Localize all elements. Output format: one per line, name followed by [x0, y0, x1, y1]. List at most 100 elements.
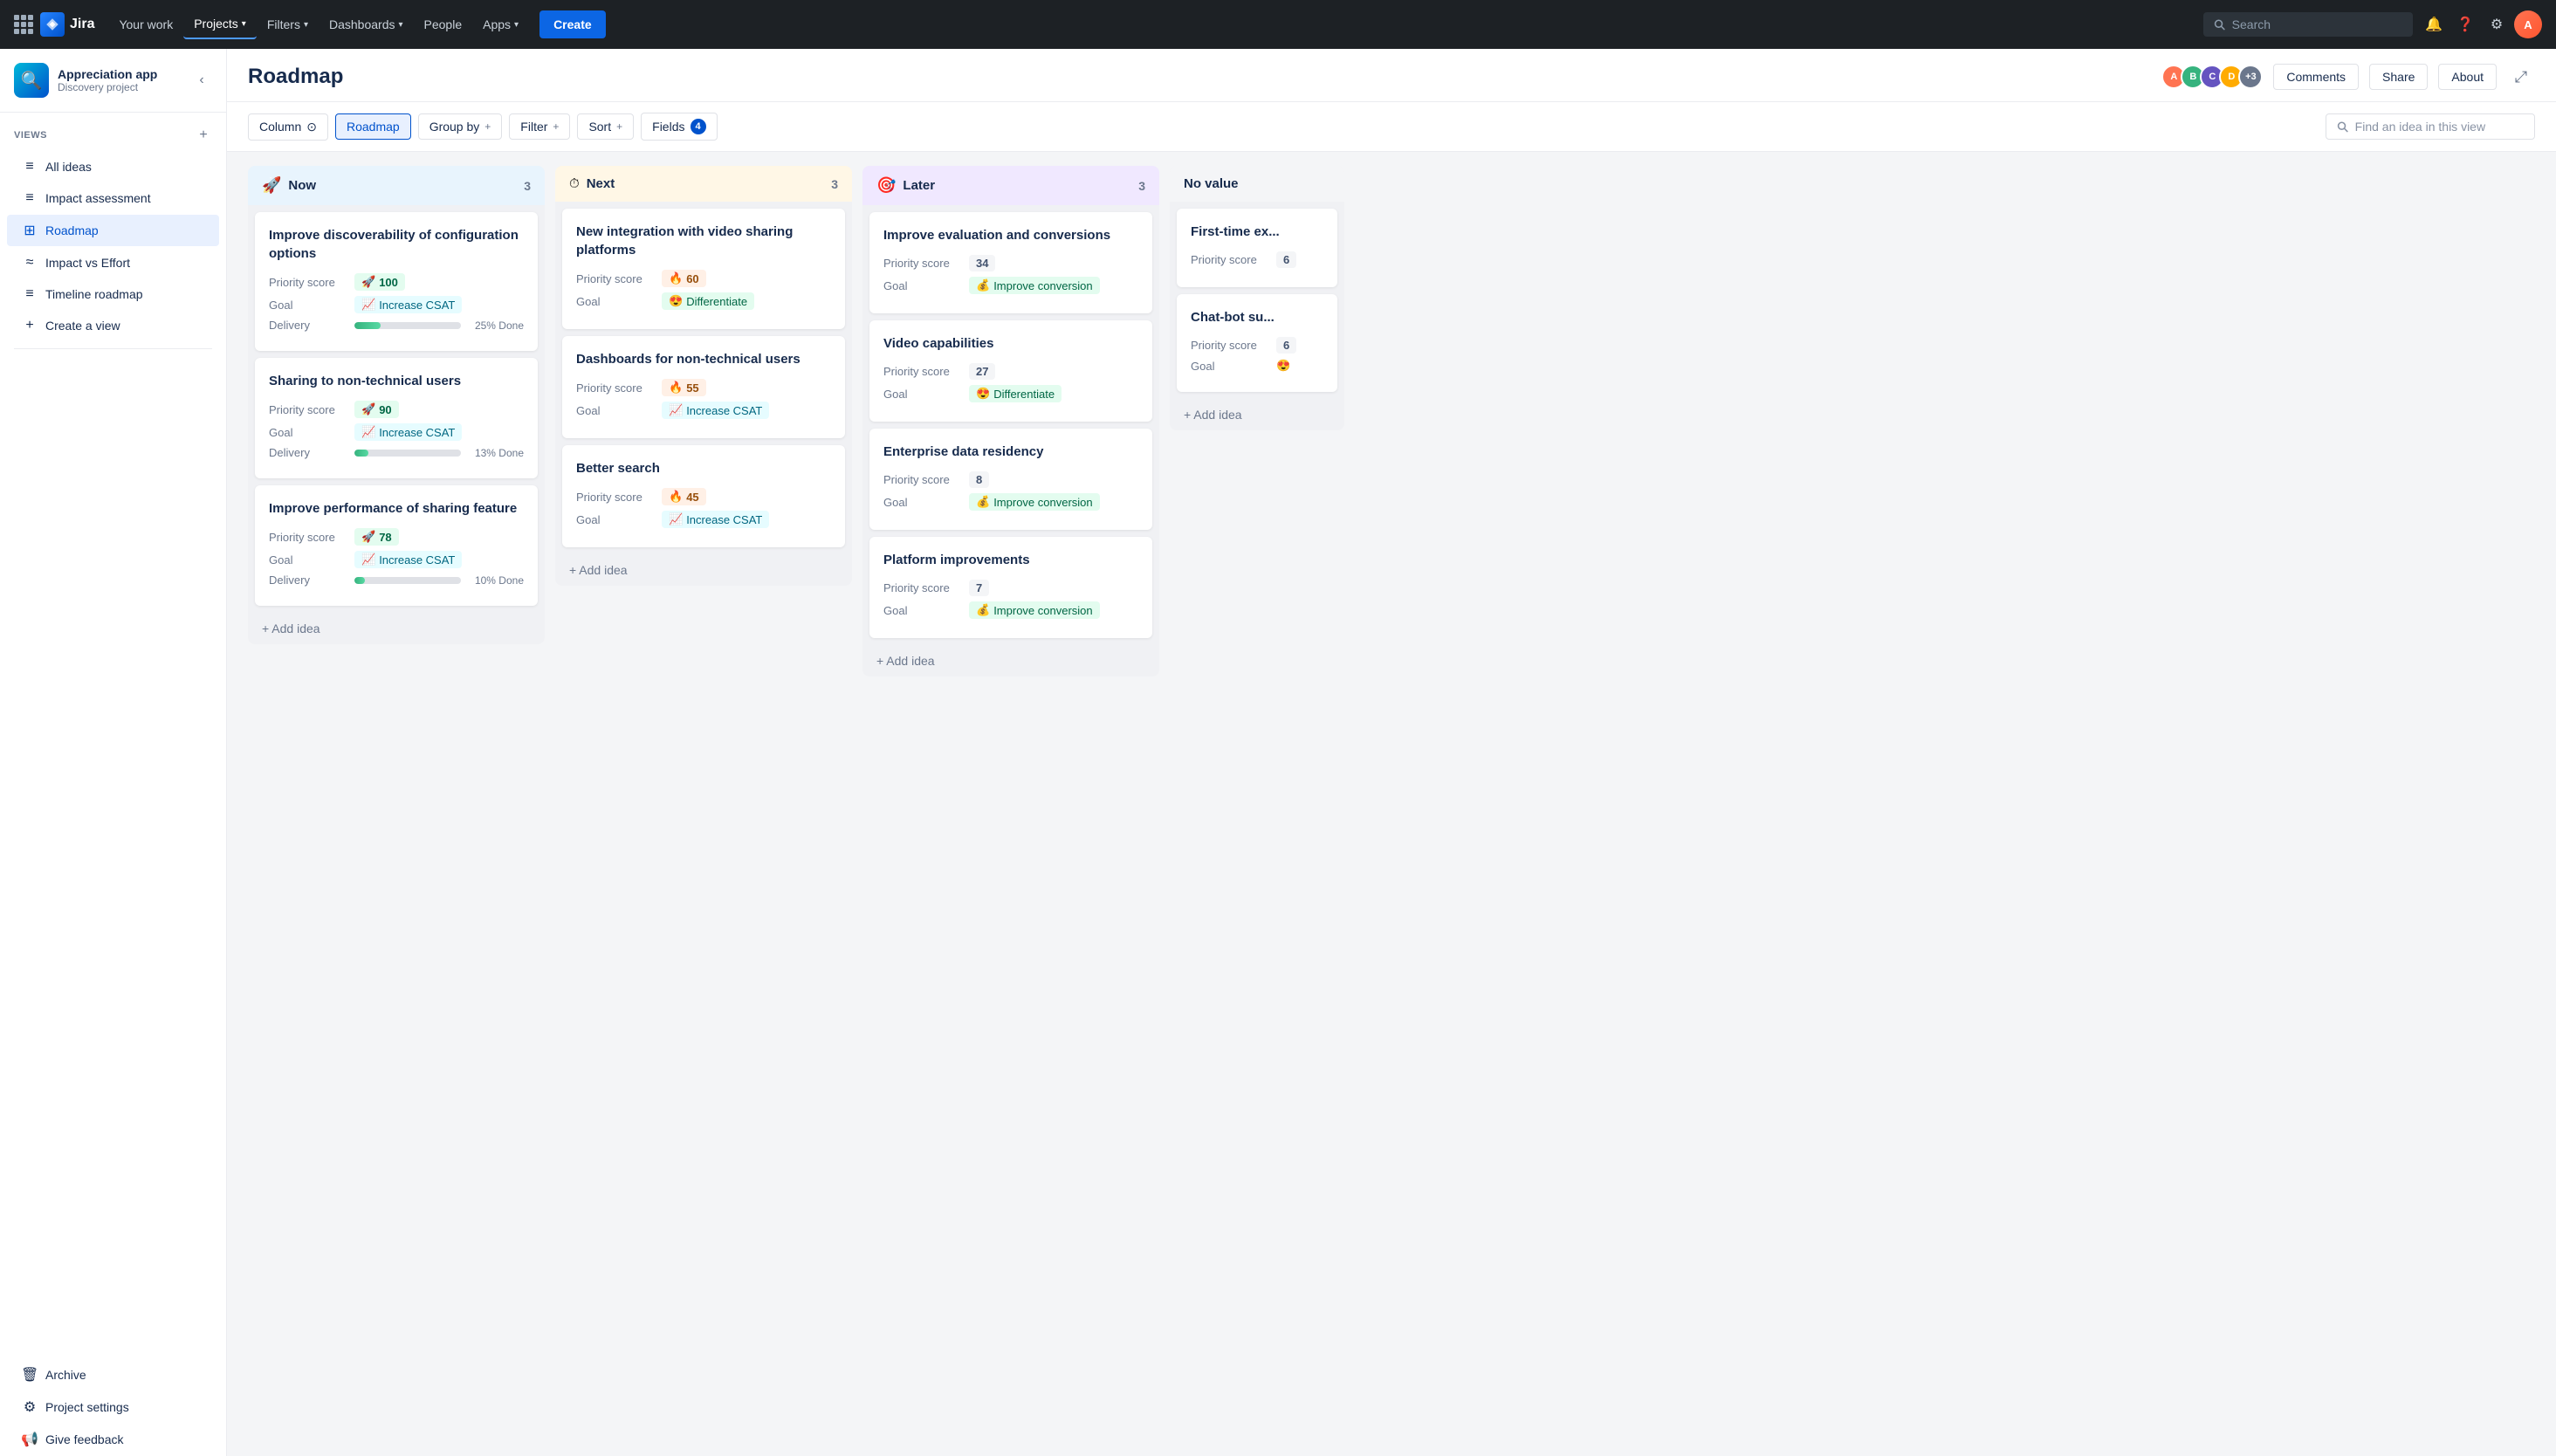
next-add-idea-button[interactable]: + Add idea [555, 554, 852, 586]
comments-button[interactable]: Comments [2273, 64, 2359, 90]
sidebar-item-roadmap[interactable]: ⊞ Roadmap [7, 215, 219, 246]
card-video-integration[interactable]: New integration with video sharing platf… [562, 209, 845, 329]
column-later: 🎯 Later 3 Improve evaluation and convers… [862, 166, 1159, 676]
column-button[interactable]: Column ⊙ [248, 113, 328, 141]
sidebar-item-impact-assessment[interactable]: ≡ Impact assessment [7, 183, 219, 213]
notifications-button[interactable]: 🔔 [2420, 10, 2448, 38]
global-search[interactable] [2203, 12, 2413, 37]
sidebar-impact-vs-effort-label: Impact vs Effort [45, 256, 205, 270]
sidebar-create-view-label: Create a view [45, 319, 205, 333]
column-label: Column [259, 120, 301, 134]
no-value-cards: First-time ex... Priority score 6 Chat-b… [1170, 202, 1344, 399]
add-view-button[interactable]: + [195, 127, 212, 144]
card-dashboards-goal: Goal 📈 Increase CSAT [576, 402, 831, 419]
card-discoverability-delivery: Delivery 25% Done [269, 319, 524, 332]
later-icon: 🎯 [876, 176, 896, 195]
idea-search-input[interactable] [2355, 120, 2524, 134]
card-video-integration-title: New integration with video sharing platf… [576, 223, 831, 259]
goal-value: Increase CSAT [379, 299, 455, 312]
column-now: 🚀 Now 3 Improve discoverability of confi… [248, 166, 545, 644]
sidebar-item-archive[interactable]: 🗑 Archive [7, 1359, 219, 1391]
no-value-add-idea-button[interactable]: + Add idea [1170, 399, 1344, 430]
idea-search[interactable] [2326, 113, 2535, 140]
help-button[interactable]: ❓ [2451, 10, 2479, 38]
column-next: ⏱ Next 3 New integration with video shar… [555, 166, 852, 586]
card-chatbot-priority: Priority score 6 [1191, 337, 1323, 354]
archive-icon: 🗑 [21, 1366, 38, 1384]
timeline-roadmap-icon: ≡ [21, 286, 38, 302]
filter-button[interactable]: Filter + [509, 113, 570, 140]
expand-button[interactable]: ⤢ [2507, 63, 2535, 91]
settings-button[interactable]: ⚙ [2483, 10, 2511, 38]
later-add-idea-button[interactable]: + Add idea [862, 645, 1159, 676]
card-video-capabilities[interactable]: Video capabilities Priority score 27 Goa… [869, 320, 1152, 422]
create-button[interactable]: Create [539, 10, 606, 38]
project-name: Appreciation app [58, 67, 182, 81]
card-performance-goal: Goal 📈 Increase CSAT [269, 551, 524, 568]
card-sharing[interactable]: Sharing to non-technical users Priority … [255, 358, 538, 478]
sidebar-item-create-view[interactable]: + Create a view [7, 311, 219, 340]
next-cards: New integration with video sharing platf… [555, 202, 852, 554]
search-input[interactable] [2232, 17, 2402, 31]
sidebar-impact-assessment-label: Impact assessment [45, 191, 205, 205]
now-count: 3 [524, 179, 531, 193]
goal-badge: 📈 Increase CSAT [354, 296, 462, 313]
collaborators-avatars: A B C D +3 [2161, 65, 2263, 89]
apps-grid-icon[interactable] [14, 15, 33, 34]
now-add-idea-button[interactable]: + Add idea [248, 613, 545, 644]
sidebar: 🔍 Appreciation app Discovery project ‹ V… [0, 49, 227, 1456]
card-video-integration-goal: Goal 😍 Differentiate [576, 292, 831, 310]
group-by-plus-icon: + [484, 120, 491, 133]
jira-logo[interactable]: Jira [40, 12, 94, 37]
column-icon: ⊙ [306, 120, 317, 134]
card-dashboards[interactable]: Dashboards for non-technical users Prior… [562, 336, 845, 438]
card-sharing-delivery: Delivery 13% Done [269, 446, 524, 459]
sidebar-item-timeline-roadmap[interactable]: ≡ Timeline roadmap [7, 279, 219, 309]
sidebar-give-feedback-label: Give feedback [45, 1432, 205, 1446]
sidebar-item-all-ideas[interactable]: ≡ All ideas [7, 152, 219, 182]
impact-vs-effort-icon: ≈ [21, 255, 38, 271]
column-later-header: 🎯 Later 3 [862, 166, 1159, 205]
nav-dashboards[interactable]: Dashboards ▾ [319, 10, 414, 38]
column-next-header: ⏱ Next 3 [555, 166, 852, 202]
nav-your-work[interactable]: Your work [108, 10, 183, 38]
fields-button[interactable]: Fields 4 [641, 113, 717, 141]
nav-apps[interactable]: Apps ▾ [472, 10, 529, 38]
card-eval-conversions[interactable]: Improve evaluation and conversions Prior… [869, 212, 1152, 313]
nav-people[interactable]: People [414, 10, 473, 38]
card-platform-priority: Priority score 7 [883, 580, 1138, 596]
card-chatbot-title: Chat-bot su... [1191, 308, 1323, 326]
about-button[interactable]: About [2438, 64, 2497, 90]
column-now-header: 🚀 Now 3 [248, 166, 545, 205]
roadmap-button[interactable]: Roadmap [335, 113, 411, 140]
share-button[interactable]: Share [2369, 64, 2428, 90]
main-navigation: Your work Projects ▾ Filters ▾ Dashboard… [108, 10, 529, 39]
project-type: Discovery project [58, 81, 182, 93]
delivery-bar [354, 322, 461, 329]
card-platform-improvements[interactable]: Platform improvements Priority score 7 G… [869, 537, 1152, 638]
create-view-icon: + [21, 318, 38, 333]
sidebar-collapse-button[interactable]: ‹ [191, 70, 212, 91]
user-avatar[interactable]: A [2514, 10, 2542, 38]
card-chatbot[interactable]: Chat-bot su... Priority score 6 Goal 😍 [1177, 294, 1337, 392]
nav-projects[interactable]: Projects ▾ [183, 10, 257, 39]
roadmap-header: Roadmap A B C D +3 Comments Share About … [227, 49, 2556, 102]
card-better-search-title: Better search [576, 459, 831, 477]
card-performance[interactable]: Improve performance of sharing feature P… [255, 485, 538, 606]
sidebar-item-give-feedback[interactable]: 📢 Give feedback [7, 1424, 219, 1455]
sidebar-item-impact-vs-effort[interactable]: ≈ Impact vs Effort [7, 248, 219, 278]
card-better-search[interactable]: Better search Priority score 🔥 45 Goal [562, 445, 845, 547]
group-by-label: Group by [429, 120, 480, 134]
card-discoverability[interactable]: Improve discoverability of configuration… [255, 212, 538, 351]
card-better-search-goal: Goal 📈 Increase CSAT [576, 511, 831, 528]
group-by-button[interactable]: Group by + [418, 113, 503, 140]
card-performance-priority: Priority score 🚀 78 [269, 528, 524, 546]
give-feedback-icon: 📢 [21, 1431, 38, 1448]
no-value-title: No value [1184, 176, 1330, 191]
card-enterprise-data[interactable]: Enterprise data residency Priority score… [869, 429, 1152, 530]
sidebar-item-project-settings[interactable]: ⚙ Project settings [7, 1391, 219, 1423]
sort-button[interactable]: Sort + [577, 113, 634, 140]
card-first-time[interactable]: First-time ex... Priority score 6 [1177, 209, 1337, 287]
sidebar-project-header: 🔍 Appreciation app Discovery project ‹ [0, 49, 226, 113]
nav-filters[interactable]: Filters ▾ [257, 10, 319, 38]
